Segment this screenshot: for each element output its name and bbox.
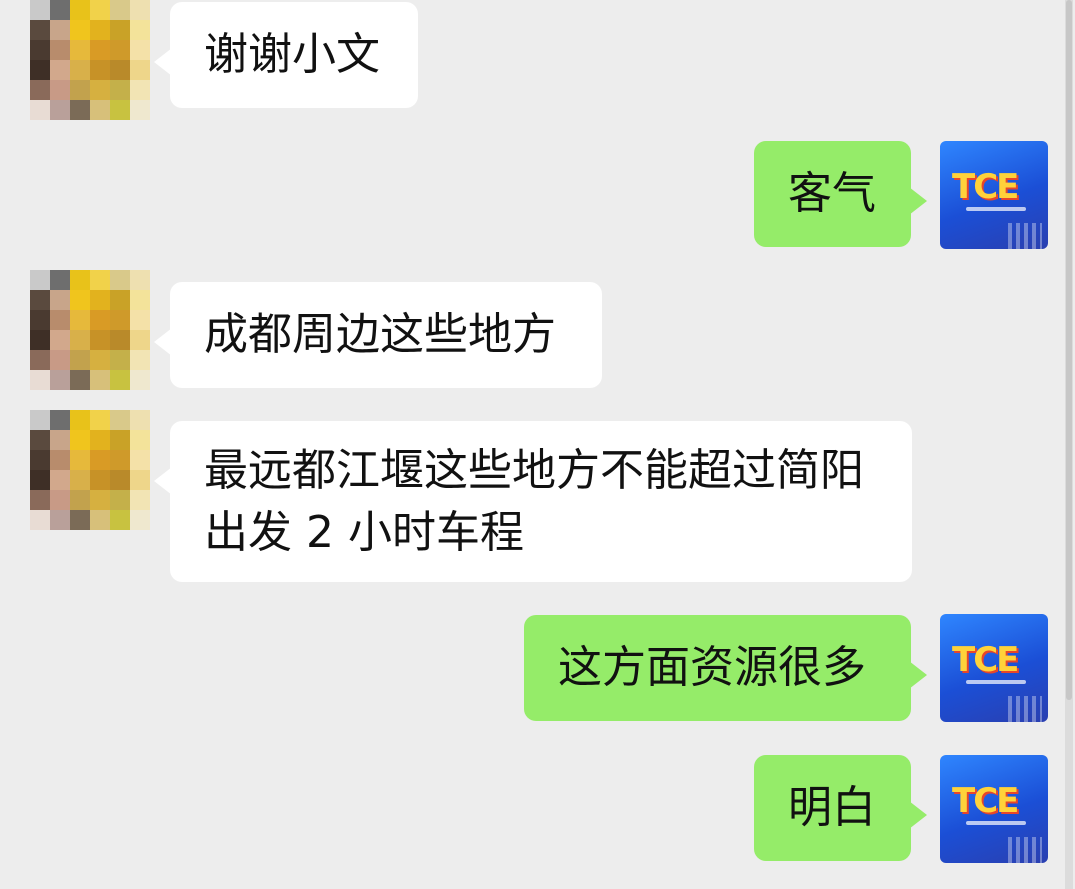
- message-bubble-outgoing[interactable]: 明白: [754, 755, 927, 861]
- tce-logo-icon: TCE: [952, 781, 1019, 821]
- self-avatar-icon[interactable]: TCE: [940, 614, 1048, 722]
- chat-window: 谢谢小文 客气 TCE 成都周边这些地方 最远都江堰这些地方不能超过简阳 出发 …: [0, 0, 1075, 889]
- message-text: 最远都江堰这些地方不能超过简阳 出发 2 小时车程: [204, 444, 864, 558]
- scrollbar-thumb[interactable]: [1066, 0, 1072, 700]
- message-bubble-incoming[interactable]: 谢谢小文: [154, 2, 418, 108]
- contact-avatar-icon[interactable]: [30, 410, 150, 530]
- tce-logo-icon: TCE: [952, 640, 1019, 680]
- message-text: 成都周边这些地方: [204, 309, 556, 360]
- scrollbar[interactable]: [1065, 0, 1073, 889]
- self-avatar-icon[interactable]: TCE: [940, 755, 1048, 863]
- contact-avatar-icon[interactable]: [30, 270, 150, 390]
- message-text: 谢谢小文: [204, 29, 380, 80]
- self-avatar-icon[interactable]: TCE: [940, 141, 1048, 249]
- message-bubble-incoming[interactable]: 成都周边这些地方: [154, 282, 602, 388]
- message-bubble-outgoing[interactable]: 这方面资源很多: [524, 615, 927, 721]
- message-bubble-outgoing[interactable]: 客气: [754, 141, 927, 247]
- message-text: 这方面资源很多: [558, 642, 866, 693]
- message-bubble-incoming[interactable]: 最远都江堰这些地方不能超过简阳 出发 2 小时车程: [154, 421, 912, 582]
- message-text: 客气: [788, 168, 876, 219]
- tce-logo-icon: TCE: [952, 167, 1019, 207]
- message-text: 明白: [788, 782, 876, 833]
- contact-avatar-icon[interactable]: [30, 0, 150, 120]
